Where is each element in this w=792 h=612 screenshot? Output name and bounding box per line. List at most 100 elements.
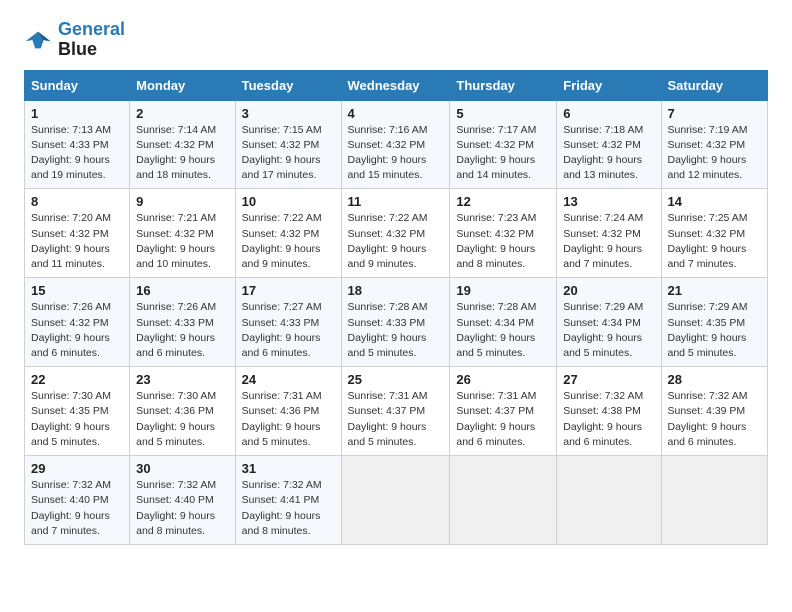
day-info: Sunrise: 7:31 AMSunset: 4:36 PMDaylight:… (242, 389, 335, 450)
day-info: Sunrise: 7:15 AMSunset: 4:32 PMDaylight:… (242, 123, 335, 184)
day-number: 5 (456, 106, 550, 121)
calendar-cell (557, 456, 661, 545)
day-number: 23 (136, 372, 228, 387)
day-number: 11 (348, 194, 444, 209)
calendar-cell: 14 Sunrise: 7:25 AMSunset: 4:32 PMDayligh… (661, 189, 768, 278)
day-number: 26 (456, 372, 550, 387)
calendar-cell: 4Sunrise: 7:16 AMSunset: 4:32 PMDaylight… (341, 100, 450, 189)
day-number: 17 (242, 283, 335, 298)
day-info: Sunrise: 7:22 AMSunset: 4:32 PMDaylight:… (348, 211, 444, 272)
calendar-cell: 9 Sunrise: 7:21 AMSunset: 4:32 PMDaylight… (130, 189, 235, 278)
day-number: 27 (563, 372, 654, 387)
weekday-header-sunday: Sunday (25, 70, 130, 100)
day-number: 1 (31, 106, 123, 121)
calendar-cell: 19 Sunrise: 7:28 AMSunset: 4:34 PMDayligh… (450, 278, 557, 367)
day-number: 9 (136, 194, 228, 209)
calendar-cell: 20Sunrise: 7:29 AMSunset: 4:34 PMDayligh… (557, 278, 661, 367)
day-info: Sunrise: 7:30 AMSunset: 4:36 PMDaylight:… (136, 389, 228, 450)
day-info: Sunrise: 7:29 AMSunset: 4:35 PMDaylight:… (668, 300, 762, 361)
day-info: Sunrise: 7:17 AMSunset: 4:32 PMDaylight:… (456, 123, 550, 184)
day-info: Sunrise: 7:13 AMSunset: 4:33 PMDaylight:… (31, 123, 123, 184)
day-number: 24 (242, 372, 335, 387)
calendar-cell: 24 Sunrise: 7:31 AMSunset: 4:36 PMDayligh… (235, 367, 341, 456)
logo: GeneralBlue (24, 20, 125, 60)
calendar-cell: 1 Sunrise: 7:13 AMSunset: 4:33 PMDaylight… (25, 100, 130, 189)
calendar-week-5: 29Sunrise: 7:32 AMSunset: 4:40 PMDayligh… (25, 456, 768, 545)
calendar-cell: 21 Sunrise: 7:29 AMSunset: 4:35 PMDayligh… (661, 278, 768, 367)
day-info: Sunrise: 7:20 AMSunset: 4:32 PMDaylight:… (31, 211, 123, 272)
day-info: Sunrise: 7:14 AMSunset: 4:32 PMDaylight:… (136, 123, 228, 184)
calendar-week-4: 22Sunrise: 7:30 AMSunset: 4:35 PMDayligh… (25, 367, 768, 456)
calendar-week-3: 15Sunrise: 7:26 AMSunset: 4:32 PMDayligh… (25, 278, 768, 367)
day-number: 18 (348, 283, 444, 298)
calendar-cell (450, 456, 557, 545)
calendar-cell (341, 456, 450, 545)
day-info: Sunrise: 7:23 AMSunset: 4:32 PMDaylight:… (456, 211, 550, 272)
day-info: Sunrise: 7:28 AMSunset: 4:33 PMDaylight:… (348, 300, 444, 361)
day-number: 10 (242, 194, 335, 209)
calendar-week-2: 8 Sunrise: 7:20 AMSunset: 4:32 PMDaylight… (25, 189, 768, 278)
calendar-cell: 27 Sunrise: 7:32 AMSunset: 4:38 PMDayligh… (557, 367, 661, 456)
weekday-header-tuesday: Tuesday (235, 70, 341, 100)
calendar-cell: 25 Sunrise: 7:31 AMSunset: 4:37 PMDayligh… (341, 367, 450, 456)
day-info: Sunrise: 7:16 AMSunset: 4:32 PMDaylight:… (348, 123, 444, 184)
weekday-header-saturday: Saturday (661, 70, 768, 100)
day-info: Sunrise: 7:25 AMSunset: 4:32 PMDaylight:… (668, 211, 762, 272)
weekday-header-monday: Monday (130, 70, 235, 100)
day-info: Sunrise: 7:28 AMSunset: 4:34 PMDaylight:… (456, 300, 550, 361)
calendar-cell: 12 Sunrise: 7:23 AMSunset: 4:32 PMDayligh… (450, 189, 557, 278)
calendar-cell: 29Sunrise: 7:32 AMSunset: 4:40 PMDayligh… (25, 456, 130, 545)
day-number: 12 (456, 194, 550, 209)
day-info: Sunrise: 7:32 AMSunset: 4:40 PMDaylight:… (136, 478, 228, 539)
calendar-cell (661, 456, 768, 545)
day-info: Sunrise: 7:29 AMSunset: 4:34 PMDaylight:… (563, 300, 654, 361)
calendar-cell: 3Sunrise: 7:15 AMSunset: 4:32 PMDaylight… (235, 100, 341, 189)
day-number: 25 (348, 372, 444, 387)
day-number: 2 (136, 106, 228, 121)
calendar-body: 1 Sunrise: 7:13 AMSunset: 4:33 PMDaylight… (25, 100, 768, 544)
calendar-cell: 15Sunrise: 7:26 AMSunset: 4:32 PMDayligh… (25, 278, 130, 367)
day-info: Sunrise: 7:32 AMSunset: 4:41 PMDaylight:… (242, 478, 335, 539)
day-number: 15 (31, 283, 123, 298)
day-number: 6 (563, 106, 654, 121)
day-number: 13 (563, 194, 654, 209)
weekday-header-friday: Friday (557, 70, 661, 100)
calendar-cell: 2 Sunrise: 7:14 AMSunset: 4:32 PMDaylight… (130, 100, 235, 189)
day-number: 8 (31, 194, 123, 209)
day-info: Sunrise: 7:19 AMSunset: 4:32 PMDaylight:… (668, 123, 762, 184)
day-number: 28 (668, 372, 762, 387)
day-info: Sunrise: 7:32 AMSunset: 4:39 PMDaylight:… (668, 389, 762, 450)
calendar-week-1: 1 Sunrise: 7:13 AMSunset: 4:33 PMDaylight… (25, 100, 768, 189)
calendar-header: SundayMondayTuesdayWednesdayThursdayFrid… (25, 70, 768, 100)
calendar-cell: 23 Sunrise: 7:30 AMSunset: 4:36 PMDayligh… (130, 367, 235, 456)
calendar-cell: 13Sunrise: 7:24 AMSunset: 4:32 PMDayligh… (557, 189, 661, 278)
day-info: Sunrise: 7:30 AMSunset: 4:35 PMDaylight:… (31, 389, 123, 450)
calendar-cell: 11 Sunrise: 7:22 AMSunset: 4:32 PMDayligh… (341, 189, 450, 278)
day-number: 14 (668, 194, 762, 209)
calendar-cell: 10 Sunrise: 7:22 AMSunset: 4:32 PMDayligh… (235, 189, 341, 278)
calendar-cell: 22Sunrise: 7:30 AMSunset: 4:35 PMDayligh… (25, 367, 130, 456)
day-info: Sunrise: 7:21 AMSunset: 4:32 PMDaylight:… (136, 211, 228, 272)
day-info: Sunrise: 7:32 AMSunset: 4:40 PMDaylight:… (31, 478, 123, 539)
day-info: Sunrise: 7:32 AMSunset: 4:38 PMDaylight:… (563, 389, 654, 450)
calendar-cell: 8 Sunrise: 7:20 AMSunset: 4:32 PMDaylight… (25, 189, 130, 278)
day-number: 7 (668, 106, 762, 121)
day-info: Sunrise: 7:26 AMSunset: 4:33 PMDaylight:… (136, 300, 228, 361)
day-info: Sunrise: 7:31 AMSunset: 4:37 PMDaylight:… (348, 389, 444, 450)
day-number: 16 (136, 283, 228, 298)
day-info: Sunrise: 7:18 AMSunset: 4:32 PMDaylight:… (563, 123, 654, 184)
calendar-cell: 26 Sunrise: 7:31 AMSunset: 4:37 PMDayligh… (450, 367, 557, 456)
weekday-row: SundayMondayTuesdayWednesdayThursdayFrid… (25, 70, 768, 100)
calendar-cell: 17 Sunrise: 7:27 AMSunset: 4:33 PMDayligh… (235, 278, 341, 367)
calendar-cell: 7 Sunrise: 7:19 AMSunset: 4:32 PMDaylight… (661, 100, 768, 189)
calendar-cell: 31Sunrise: 7:32 AMSunset: 4:41 PMDayligh… (235, 456, 341, 545)
day-info: Sunrise: 7:22 AMSunset: 4:32 PMDaylight:… (242, 211, 335, 272)
calendar-cell: 6 Sunrise: 7:18 AMSunset: 4:32 PMDaylight… (557, 100, 661, 189)
logo-text: GeneralBlue (58, 20, 125, 60)
day-info: Sunrise: 7:27 AMSunset: 4:33 PMDaylight:… (242, 300, 335, 361)
day-info: Sunrise: 7:31 AMSunset: 4:37 PMDaylight:… (456, 389, 550, 450)
calendar-cell: 16 Sunrise: 7:26 AMSunset: 4:33 PMDayligh… (130, 278, 235, 367)
day-number: 21 (668, 283, 762, 298)
day-number: 19 (456, 283, 550, 298)
weekday-header-wednesday: Wednesday (341, 70, 450, 100)
